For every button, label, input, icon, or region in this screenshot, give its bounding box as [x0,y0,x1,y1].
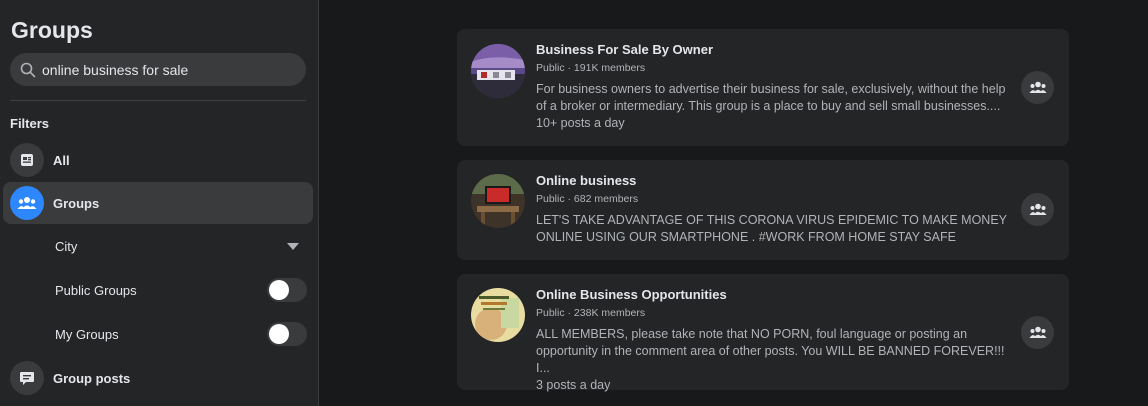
group-meta: Public · 682 members [536,193,639,205]
divider [10,100,306,101]
nav-label-group-posts: Group posts [53,370,131,386]
group-description: For business owners to advertise their b… [536,81,1011,115]
join-group-icon [1029,326,1046,338]
group-avatar [471,44,525,98]
city-dropdown[interactable]: City [55,231,307,261]
group-meta: Public · 191K members [536,62,646,74]
chevron-down-icon [287,242,299,250]
sidebar: Groups Filters All [0,0,319,406]
group-description: ALL MEMBERS, please take note that NO PO… [536,326,1011,377]
nav-label-all: All [53,152,70,168]
join-group-button[interactable] [1021,71,1054,104]
page-title: Groups [11,17,93,43]
search-input[interactable] [42,61,292,78]
nav-item-groups[interactable]: Groups [3,182,313,224]
description-line: LET'S TAKE ADVANTAGE OF THIS CORONA VIRU… [536,213,1008,227]
nav-item-all[interactable]: All [3,139,313,181]
card-body: Business For Sale By Owner Public · 191K… [536,42,1011,132]
my-groups-filter: My Groups [55,319,307,349]
filters-heading: Filters [10,116,50,131]
toggle-knob [269,280,289,300]
search-icon [20,62,36,77]
group-meta: Public · 238K members [536,307,646,319]
description-line: of a broker or intermediary. This group … [536,99,1001,113]
card-body: Online business Public · 682 members LET… [536,173,1011,246]
post-frequency: 10+ posts a day [536,116,625,130]
post-frequency: 3 posts a day [536,378,611,392]
my-groups-label: My Groups [55,326,119,342]
public-groups-label: Public Groups [55,282,137,298]
group-avatar [471,174,525,228]
description-line: For business owners to advertise their b… [536,82,1006,96]
group-name[interactable]: Online business [536,173,1011,189]
group-name[interactable]: Business For Sale By Owner [536,42,1011,58]
group-name[interactable]: Online Business Opportunities [536,287,1011,303]
toggle-knob [269,324,289,344]
group-avatar [471,288,525,342]
group-description: LET'S TAKE ADVANTAGE OF THIS CORONA VIRU… [536,212,1011,246]
public-groups-filter: Public Groups [55,275,307,305]
nav-item-group-posts[interactable]: Group posts [3,357,313,399]
description-line: ALL MEMBERS, please take note that NO PO… [536,327,968,341]
card-body: Online Business Opportunities Public · 2… [536,287,1011,394]
feed-icon [10,143,44,177]
search-box[interactable] [10,53,306,86]
description-line: ONLINE USING OUR SMARTPHONE . #WORK FROM… [536,230,956,244]
join-group-button[interactable] [1021,193,1054,226]
group-result-card[interactable]: Business For Sale By Owner Public · 191K… [457,29,1069,146]
public-groups-toggle[interactable] [267,278,307,302]
my-groups-toggle[interactable] [267,322,307,346]
group-result-card[interactable]: Online Business Opportunities Public · 2… [457,274,1069,392]
join-group-icon [1029,81,1046,93]
join-group-icon [1029,203,1046,215]
join-group-button[interactable] [1021,316,1054,349]
chat-icon [10,361,44,395]
groups-icon [10,186,44,220]
city-label: City [55,238,78,254]
group-result-card[interactable]: Online business Public · 682 members LET… [457,160,1069,260]
description-line: opportunity in the comment area of other… [536,344,1005,375]
nav-label-groups: Groups [53,195,100,211]
